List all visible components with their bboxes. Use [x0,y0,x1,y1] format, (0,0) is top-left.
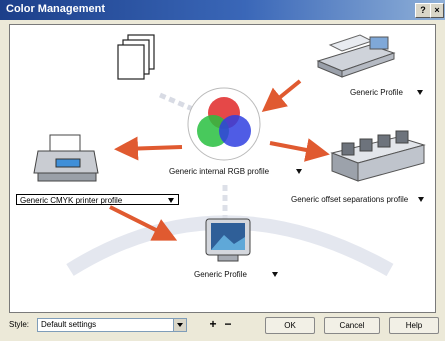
scanner-icon[interactable] [310,31,400,79]
arrow-rgb-to-press [269,138,330,162]
profile-dropdown-bottom[interactable] [272,272,278,277]
profile-dropdown-right[interactable] [418,197,424,202]
printer-icon[interactable] [32,133,102,185]
rgb-color-wheel-icon [187,87,261,161]
profile-dropdown-top-right[interactable] [417,90,423,95]
printer-profile-select[interactable]: Generic CMYK printer profile [16,194,179,205]
add-style-button[interactable]: + [206,318,220,332]
close-title-button[interactable]: × [430,3,444,18]
window-title: Color Management [6,3,106,15]
arrow-scanner-to-rgb [261,79,302,113]
ok-button[interactable]: OK [265,317,315,334]
help-title-button[interactable]: ? [415,3,431,18]
printer-profile-value: Generic CMYK printer profile [20,196,123,205]
offset-press-icon[interactable] [328,129,428,185]
profile-label-right: Generic offset separations profile [291,195,409,204]
documents-icon[interactable] [114,33,160,87]
style-select[interactable]: Default settings [37,318,187,332]
title-bar[interactable]: Color Management ? × [0,0,445,20]
remove-style-button[interactable]: − [221,318,235,332]
profile-dropdown-center[interactable] [296,169,302,174]
chevron-down-icon [168,198,174,203]
arrow-rgb-to-printer [114,136,183,161]
monitor-icon[interactable] [200,217,256,267]
profile-label-center: Generic internal RGB profile [169,167,270,176]
profile-label-bottom: Generic Profile [194,270,247,279]
help-button[interactable]: Help [389,317,439,334]
color-management-dialog: Color Management ? × Generic Profile Gen… [0,0,445,341]
style-label: Style: [9,320,30,329]
color-flow-canvas: Generic Profile Generic internal RGB pro… [9,24,436,313]
style-select-value: Default settings [41,320,97,329]
cancel-button[interactable]: Cancel [324,317,380,334]
profile-label-top-right: Generic Profile [350,88,403,97]
chevron-down-icon [173,319,186,331]
